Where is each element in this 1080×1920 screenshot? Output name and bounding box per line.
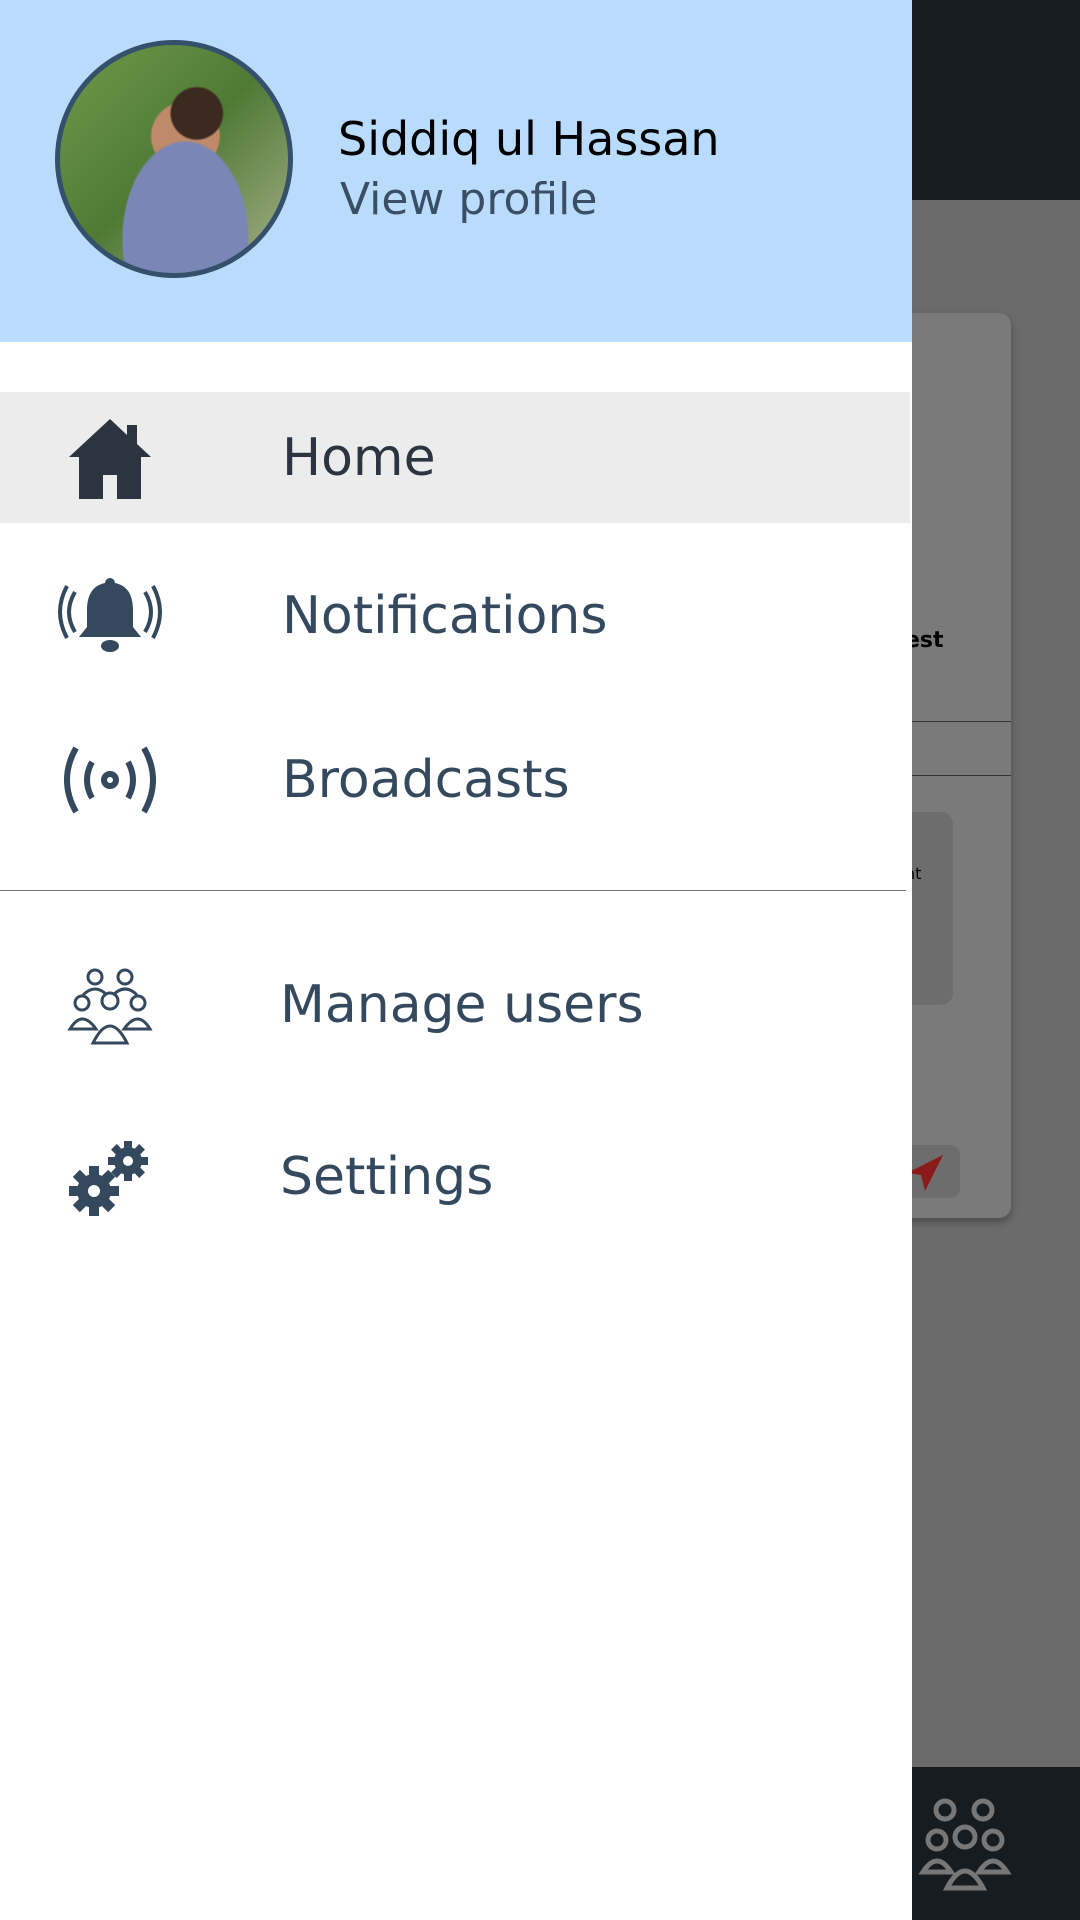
menu-item-broadcasts[interactable]: Broadcasts [0, 714, 910, 845]
navigation-drawer: Siddiq ul Hassan View profile Home Notif… [0, 0, 912, 1920]
profile-name: Siddiq ul Hassan [338, 112, 720, 166]
menu-item-manage-users[interactable]: Manage users [0, 939, 910, 1070]
home-icon [55, 413, 165, 503]
users-icon [55, 960, 165, 1050]
menu-label: Notifications [282, 585, 608, 646]
menu-label: Broadcasts [282, 749, 570, 810]
menu-item-notifications[interactable]: Notifications [0, 550, 910, 681]
menu-label: Settings [280, 1146, 494, 1207]
bell-icon [55, 571, 165, 661]
menu-label: Home [282, 427, 436, 488]
broadcast-icon [55, 735, 165, 825]
menu-divider [0, 890, 906, 891]
gears-icon [55, 1132, 165, 1222]
profile-header[interactable]: Siddiq ul Hassan View profile [0, 0, 912, 342]
menu-item-home[interactable]: Home [0, 392, 910, 523]
menu-item-settings[interactable]: Settings [0, 1111, 910, 1242]
avatar[interactable] [55, 40, 293, 278]
menu-label: Manage users [280, 974, 644, 1035]
users-icon [918, 1798, 1012, 1891]
view-profile-link[interactable]: View profile [340, 174, 597, 225]
